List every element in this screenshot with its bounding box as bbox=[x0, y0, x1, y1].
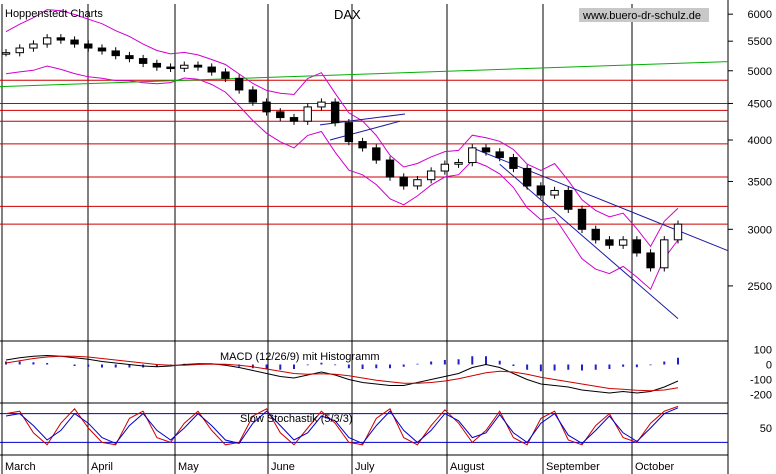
candle-body bbox=[207, 66, 216, 73]
candle-body bbox=[1, 52, 11, 55]
price-tick-label: 2500 bbox=[748, 281, 772, 293]
candle-body bbox=[454, 162, 463, 165]
candle-body bbox=[372, 147, 381, 161]
candle-body bbox=[111, 50, 120, 57]
candle-body bbox=[660, 239, 669, 269]
candle-body bbox=[166, 66, 175, 70]
candle-body bbox=[248, 89, 258, 103]
candle-body bbox=[221, 71, 230, 79]
candle-body bbox=[673, 223, 683, 241]
candle-body bbox=[358, 141, 367, 149]
month-label: August bbox=[450, 461, 484, 473]
candle-body bbox=[262, 101, 271, 113]
candle-body bbox=[385, 159, 395, 178]
candle-body bbox=[276, 111, 285, 119]
candle-body bbox=[70, 39, 79, 45]
candle-body bbox=[399, 176, 408, 187]
price-tick-label: 5500 bbox=[748, 36, 772, 48]
candle-body bbox=[84, 43, 93, 49]
month-label: March bbox=[5, 461, 36, 473]
macd-tick-label: 100 bbox=[754, 345, 772, 357]
candle-body bbox=[152, 62, 162, 68]
month-label: October bbox=[635, 461, 674, 473]
website-label[interactable]: www.buero-dr-schulz.de bbox=[582, 10, 701, 22]
price-tick-label: 3500 bbox=[748, 176, 772, 188]
month-label: April bbox=[91, 461, 113, 473]
dax-chart: 100 0 -100 -200 50 6000 5500 5000 4500 4000 3500… bbox=[0, 0, 776, 474]
candle-body bbox=[138, 58, 148, 64]
candle-body bbox=[495, 151, 504, 159]
stochastic-tick-label: 50 bbox=[760, 423, 772, 435]
candle-body bbox=[536, 185, 546, 196]
candle-body bbox=[564, 189, 573, 210]
candle-body bbox=[577, 208, 587, 230]
candle-body bbox=[481, 147, 491, 153]
candle-body bbox=[234, 77, 244, 91]
month-label: June bbox=[271, 461, 295, 473]
candle-body bbox=[591, 228, 600, 241]
month-label: July bbox=[355, 461, 375, 473]
chart-title: DAX bbox=[334, 7, 361, 22]
candle-body bbox=[193, 64, 203, 68]
source-label: Hoppenstedt Charts bbox=[5, 8, 103, 20]
candle-body bbox=[317, 101, 326, 108]
candle-body bbox=[550, 189, 559, 196]
macd-label: MACD (12/26/9) mit Histogramm bbox=[220, 351, 380, 363]
price-tick-label: 4500 bbox=[748, 98, 772, 110]
candle-body bbox=[605, 239, 614, 246]
candle-body bbox=[125, 55, 134, 60]
candle-body bbox=[440, 163, 450, 172]
price-tick-label: 5000 bbox=[748, 66, 772, 78]
candle-body bbox=[56, 37, 66, 41]
candle-body bbox=[413, 179, 422, 187]
month-label: May bbox=[178, 461, 199, 473]
candle-body bbox=[618, 239, 628, 246]
price-tick-label: 6000 bbox=[748, 9, 772, 21]
candle-body bbox=[303, 106, 312, 122]
macd-tick-label: -200 bbox=[750, 390, 772, 402]
candle-body bbox=[646, 252, 655, 269]
macd-tick-label: -100 bbox=[750, 375, 772, 387]
candle-body bbox=[29, 43, 38, 49]
month-label: September bbox=[546, 461, 600, 473]
macd-tick-label: 0 bbox=[766, 360, 772, 372]
price-tick-label: 3000 bbox=[748, 224, 772, 236]
candle-body bbox=[330, 101, 340, 124]
price-tick-label: 4000 bbox=[748, 135, 772, 147]
candle-body bbox=[97, 47, 107, 52]
stochastic-label: Slow Stochastik (5/3/3) bbox=[240, 413, 353, 425]
candle-body bbox=[468, 147, 477, 164]
candle-body bbox=[509, 157, 518, 169]
candle-body bbox=[289, 117, 299, 122]
candle-body bbox=[632, 239, 642, 254]
candle-body bbox=[42, 37, 52, 45]
candle-body bbox=[426, 170, 436, 181]
candle-body bbox=[522, 167, 532, 187]
candle-body bbox=[15, 47, 24, 54]
candle-body bbox=[344, 122, 354, 143]
candle-body bbox=[180, 64, 189, 69]
